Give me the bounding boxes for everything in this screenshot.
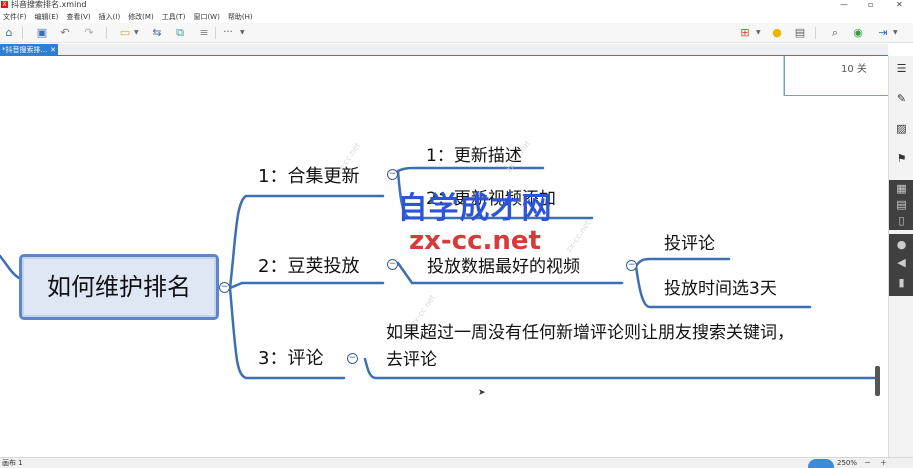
toolbar-separator [106, 27, 107, 39]
share-icon[interactable]: ⧉ [173, 26, 187, 40]
more-icon[interactable]: ··· [221, 26, 235, 40]
panel-dark-block: ▦ ▤ ▯ [889, 180, 913, 230]
close-window-button[interactable]: ✕ [896, 0, 903, 10]
image-icon[interactable]: ▤ [793, 26, 807, 40]
chevron-down-icon[interactable]: ▼ [893, 26, 898, 40]
export-icon[interactable]: ⇥ [876, 26, 890, 40]
root-incoming-line [0, 254, 21, 280]
site-watermark: 自学成才网 zx-cc.net [355, 191, 595, 257]
right-side-panel: ☰ ✎ ▨ ⚑ ▦ ▤ ▯ ● ◀ ▮ [888, 56, 913, 457]
menu-view[interactable]: 查看(V) [63, 11, 93, 23]
search-icon[interactable]: ⌕ [828, 26, 842, 40]
comment-icon[interactable]: ● [895, 238, 908, 251]
maximize-button[interactable]: ▫ [868, 0, 873, 10]
idea-icon[interactable]: ● [770, 26, 784, 40]
chevron-down-icon[interactable]: ▼ [756, 26, 761, 40]
vertical-scrollbar[interactable] [875, 366, 880, 396]
folder-icon[interactable]: ▭ [118, 26, 132, 40]
toolbar-separator [215, 27, 216, 39]
menu-insert[interactable]: 插入(I) [96, 11, 124, 23]
network-icon[interactable]: ◉ [851, 26, 865, 40]
present-icon[interactable]: ⊞ [738, 26, 752, 40]
topic-branch-1[interactable]: 1：合集更新 [258, 166, 359, 188]
topic-branch-2[interactable]: 2：豆荚投放 [258, 256, 359, 278]
sheet-label[interactable]: 画布 1 [2, 458, 23, 468]
child-line-1-1 [396, 166, 545, 173]
root-topic[interactable]: 如何维护排名 [19, 254, 219, 320]
tab-document[interactable]: *抖音搜索排... ✕ [0, 44, 58, 56]
toolbar: ⌂ ▣ ↶ ↷ ▭ ▼ ⇆ ⧉ ≡ ··· ▼ ⊞ ▼ ● ▤ ⌕ ◉ ⇥ ▼ [0, 23, 913, 43]
menu-tools[interactable]: 工具(T) [159, 11, 189, 23]
minimize-button[interactable]: — [840, 0, 848, 10]
mindmap-canvas[interactable]: zx-cc.net zx-cc.net zx-cc.net zx-cc.net … [0, 56, 888, 457]
xmind-logo-icon: X [1, 1, 8, 8]
partial-topic-node[interactable]: 10 关 [784, 56, 888, 96]
collapse-toggle-subtopic-2-1[interactable]: − [626, 260, 637, 271]
collapse-panel-icon[interactable]: ◀ [895, 256, 908, 269]
menu-help[interactable]: 帮助(H) [225, 11, 256, 23]
child-line-3-1 [363, 357, 877, 380]
link-icon[interactable]: ⇆ [150, 26, 164, 40]
home-icon[interactable]: ⌂ [2, 26, 16, 40]
attachment-icon[interactable]: ▤ [895, 198, 908, 211]
redo-icon[interactable]: ↷ [82, 26, 96, 40]
image-panel-icon[interactable]: ▨ [895, 122, 908, 135]
subtopic-2-1[interactable]: 投放数据最好的视频 [427, 256, 580, 278]
save-icon[interactable]: ▣ [35, 26, 49, 40]
subtopic-2-1-1[interactable]: 投评论 [664, 233, 715, 255]
collapse-toggle-root[interactable]: − [219, 282, 230, 293]
collapse-toggle-branch-2[interactable]: − [387, 259, 398, 270]
close-icon[interactable]: ✕ [50, 44, 56, 56]
mouse-cursor-icon: ➤ [478, 388, 486, 398]
tab-strip: *抖音搜索排... ✕ [0, 44, 888, 56]
outline-icon[interactable]: ☰ [895, 62, 908, 75]
document-panel-icon[interactable]: ▯ [895, 214, 908, 227]
watermark-line-2: zx-cc.net [409, 226, 541, 256]
grandchild-line-1 [634, 257, 731, 268]
zoom-in-button[interactable]: + [880, 458, 887, 468]
root-topic-text: 如何维护排名 [47, 273, 191, 301]
window-title: 抖音搜索排名.xmind [11, 0, 87, 9]
menu-edit[interactable]: 编辑(E) [32, 11, 62, 23]
subtopic-2-1-2[interactable]: 投放时间选3天 [664, 278, 777, 300]
menu-file[interactable]: 文件(F) [0, 11, 30, 23]
branch-line-2 [228, 281, 385, 290]
menu-window[interactable]: 窗口(W) [190, 11, 222, 23]
subtopic-3-1-line-2[interactable]: 去评论 [386, 349, 437, 371]
toolbar-separator [815, 27, 816, 39]
collapse-toggle-branch-1[interactable]: − [387, 169, 398, 180]
undo-icon[interactable]: ↶ [58, 26, 72, 40]
notes-icon[interactable]: ▦ [895, 182, 908, 195]
chevron-down-icon[interactable]: ▼ [134, 26, 139, 40]
watermark-line-1: 自学成才网 [397, 191, 553, 226]
status-bar: 画布 1 250% − + [0, 457, 913, 468]
title-bar: X 抖音搜索排名.xmind — ▫ ✕ [0, 0, 913, 11]
document-icon[interactable]: ≡ [197, 26, 211, 40]
zoom-indicator[interactable] [808, 459, 834, 468]
subtopic-3-1-line-1[interactable]: 如果超过一周没有任何新增评论则让朋友搜索关键词， [386, 322, 794, 344]
subtopic-1-1[interactable]: 1：更新描述 [426, 145, 522, 167]
toolbar-separator [22, 27, 23, 39]
collapse-toggle-branch-3[interactable]: − [347, 353, 358, 364]
zoom-level[interactable]: 250% [837, 458, 857, 468]
format-brush-icon[interactable]: ✎ [895, 92, 908, 105]
panel-dark-block: ● ◀ ▮ [889, 234, 913, 296]
menu-bar: 文件(F) 编辑(E) 查看(V) 插入(I) 修改(M) 工具(T) 窗口(W… [0, 11, 913, 23]
flag-icon[interactable]: ⚑ [895, 152, 908, 165]
partial-topic-text: 10 关 [841, 64, 867, 75]
topic-branch-3[interactable]: 3：评论 [258, 348, 323, 370]
tab-label: *抖音搜索排... [2, 46, 48, 54]
chevron-down-icon[interactable]: ▼ [240, 26, 245, 40]
zoom-out-button[interactable]: − [864, 458, 871, 468]
menu-modify[interactable]: 修改(M) [125, 11, 157, 23]
task-icon[interactable]: ▮ [895, 276, 908, 289]
